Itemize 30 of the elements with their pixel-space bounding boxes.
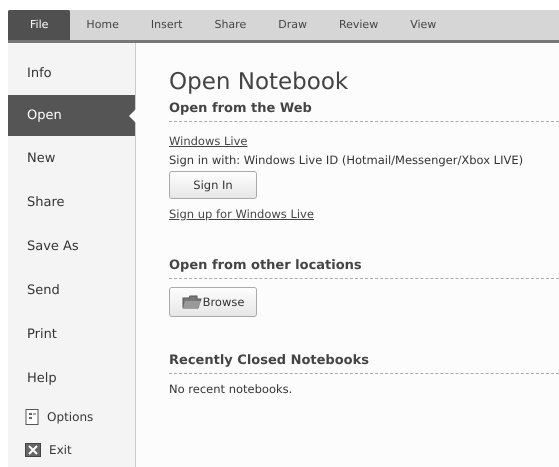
sidebar-item[interactable]: Print: [8, 312, 135, 356]
sidebar-item[interactable]: Info: [8, 51, 135, 96]
sidebar-item[interactable]: Send: [8, 268, 135, 312]
page-title: Open Notebook: [169, 69, 350, 95]
ribbon-tab[interactable]: Share: [198, 10, 262, 40]
sidebar-item[interactable]: Help: [8, 356, 135, 400]
folder-icon: [182, 295, 202, 309]
ribbon-tab[interactable]: File: [8, 10, 70, 40]
sidebar-item[interactable]: Share: [8, 180, 135, 224]
section-heading: Open from the Web: [169, 101, 559, 122]
ribbon-tab[interactable]: Review: [322, 10, 394, 40]
link[interactable]: Sign up for Windows Live: [169, 207, 314, 221]
section-heading: Recently Closed Notebooks: [169, 353, 559, 374]
ribbon-tab[interactable]: Insert: [134, 10, 198, 40]
sidebar-item[interactable]: Options: [8, 400, 135, 434]
sidebar-item[interactable]: New: [8, 136, 135, 180]
sidebar-item[interactable]: Open: [8, 95, 135, 136]
sign-in-button[interactable]: Sign In: [169, 171, 257, 199]
document-icon: [25, 409, 39, 426]
close-icon: [25, 443, 41, 458]
sidebar-item[interactable]: Exit: [8, 434, 135, 467]
browse-button[interactable]: Browse: [169, 287, 257, 317]
info-text: Sign in with: Windows Live ID (Hotmail/Messenger/Xbox LIVE): [169, 153, 524, 167]
section-heading: Open from other locations: [169, 258, 559, 279]
ribbon-tab[interactable]: View: [394, 10, 452, 40]
sidebar-item[interactable]: Save As: [8, 224, 135, 268]
info-text: No recent notebooks.: [169, 382, 294, 396]
ribbon-tab[interactable]: Home: [70, 10, 135, 40]
ribbon-tab[interactable]: Draw: [262, 10, 323, 40]
link[interactable]: Windows Live: [169, 134, 248, 148]
